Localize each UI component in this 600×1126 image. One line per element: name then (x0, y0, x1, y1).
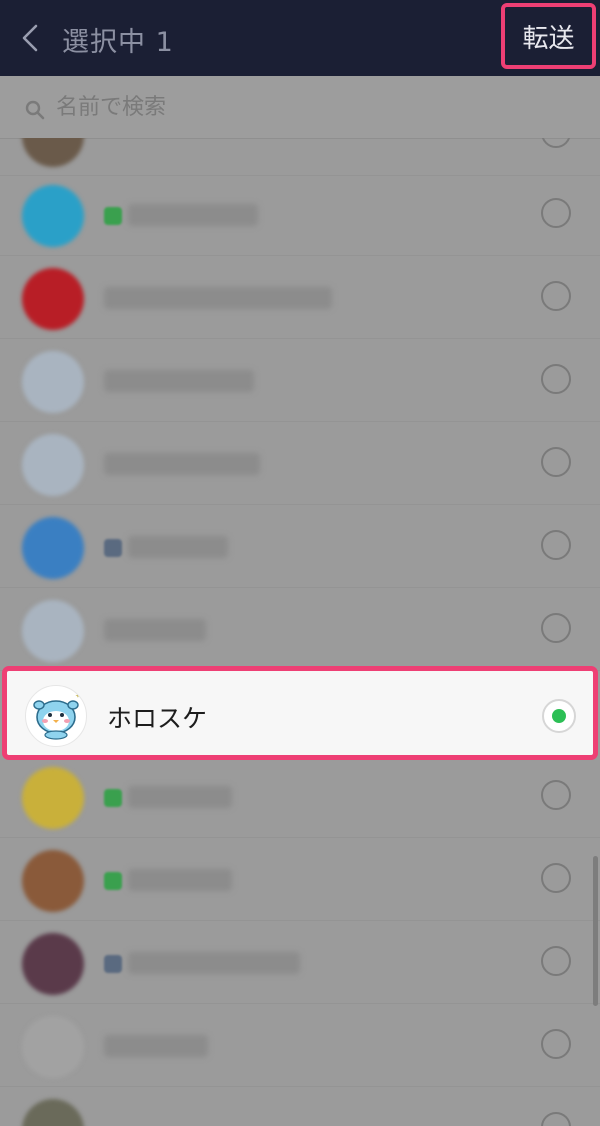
contact-name-blurred (104, 370, 254, 392)
search-icon (25, 100, 45, 120)
contact-name-blurred (128, 786, 232, 808)
list-item[interactable] (0, 1087, 600, 1126)
top-bar: 選択中 1 転送 (0, 0, 600, 76)
avatar (22, 767, 84, 829)
select-radio[interactable] (541, 198, 571, 228)
select-radio[interactable] (541, 863, 571, 893)
contact-name-blurred (104, 619, 206, 641)
select-radio[interactable] (541, 1112, 571, 1126)
select-radio[interactable] (541, 447, 571, 477)
contact-name-blurred (128, 952, 300, 974)
svg-text:✦: ✦ (75, 692, 81, 700)
list-item[interactable] (0, 138, 600, 176)
list-item[interactable] (0, 921, 600, 1004)
contact-name-blurred (128, 869, 232, 891)
status-badge (104, 872, 122, 890)
owl-character-icon: ✦ (33, 692, 81, 740)
search-bar (0, 76, 600, 139)
status-badge (104, 789, 122, 807)
list-item[interactable] (0, 173, 600, 256)
scrollbar[interactable] (593, 856, 598, 1006)
list-item[interactable] (0, 755, 600, 838)
contact-list (0, 138, 600, 1126)
status-badge (104, 539, 122, 557)
list-item[interactable] (0, 339, 600, 422)
avatar (22, 600, 84, 662)
select-radio[interactable] (541, 138, 571, 148)
send-button-highlight: 転送 (501, 3, 596, 69)
list-item[interactable] (0, 838, 600, 921)
status-badge (104, 955, 122, 973)
contact-name-blurred (104, 1035, 208, 1057)
select-radio[interactable] (541, 946, 571, 976)
selected-radio-dot (552, 709, 566, 723)
forward-button[interactable]: 転送 (505, 7, 592, 65)
selected-radio[interactable] (542, 699, 576, 733)
select-radio[interactable] (541, 1029, 571, 1059)
list-item[interactable] (0, 256, 600, 339)
avatar (22, 933, 84, 995)
contact-name-blurred (104, 287, 332, 309)
contact-name-blurred (128, 204, 258, 226)
search-input[interactable] (56, 90, 576, 124)
list-item[interactable] (0, 505, 600, 588)
select-radio[interactable] (541, 364, 571, 394)
contact-name: ホロスケ (107, 704, 208, 733)
contact-avatar: ✦ (25, 685, 87, 747)
avatar (22, 185, 84, 247)
page-title: 選択中 1 (62, 27, 174, 58)
avatar (22, 268, 84, 330)
select-radio[interactable] (541, 530, 571, 560)
contact-name-blurred (104, 453, 260, 475)
avatar (22, 351, 84, 413)
contact-name-blurred (128, 536, 228, 558)
avatar (22, 138, 84, 167)
back-arrow-icon[interactable] (18, 22, 44, 54)
status-badge (104, 207, 122, 225)
list-item[interactable] (0, 1004, 600, 1087)
avatar (22, 434, 84, 496)
avatar (22, 850, 84, 912)
list-item[interactable] (0, 422, 600, 505)
list-item[interactable] (0, 588, 600, 671)
avatar (22, 1099, 84, 1126)
select-radio[interactable] (541, 613, 571, 643)
selected-contact-row[interactable]: ✦ ホロスケ (2, 666, 598, 760)
select-radio[interactable] (541, 281, 571, 311)
avatar (22, 517, 84, 579)
avatar (22, 1016, 84, 1078)
select-radio[interactable] (541, 780, 571, 810)
